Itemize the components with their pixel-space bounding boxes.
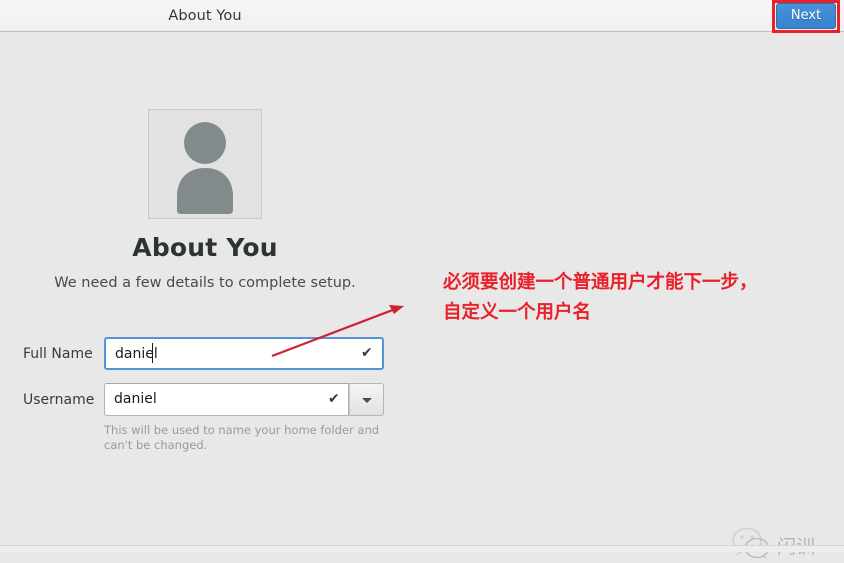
fullname-input[interactable]: daniel [104, 337, 384, 370]
username-valid-icon: ✔ [328, 391, 340, 407]
annotation-text-line2: 自定义一个用户名 [443, 302, 592, 323]
username-input[interactable]: daniel [104, 383, 349, 416]
username-helper-text: This will be used to name your home fold… [104, 423, 380, 452]
fullname-label: Full Name [23, 346, 93, 362]
fullname-valid-icon: ✔ [361, 345, 373, 361]
text-caret [152, 343, 153, 363]
window-header: About You [0, 0, 844, 32]
chevron-down-icon [362, 398, 372, 403]
main-content: About You We need a few details to compl… [0, 33, 844, 560]
avatar[interactable] [148, 109, 262, 219]
about-you-heading: About You [132, 233, 278, 262]
username-label: Username [23, 392, 95, 408]
username-input-value: daniel [114, 391, 157, 407]
next-button[interactable]: Next [776, 3, 836, 29]
annotation-text-line1: 必须要创建一个普通用户才能下一步， [443, 272, 758, 293]
user-avatar-placeholder-icon [177, 122, 233, 214]
about-you-subheading: We need a few details to complete setup. [54, 275, 356, 291]
annotation-text: 必须要创建一个普通用户才能下一步， 自定义一个用户名 [443, 268, 833, 328]
window-footer [0, 545, 844, 552]
installer-window: About You Next About You We need a few d… [0, 0, 844, 560]
wechat-icon [732, 527, 770, 560]
username-dropdown-button[interactable] [349, 383, 384, 416]
page-title: About You [168, 8, 242, 24]
